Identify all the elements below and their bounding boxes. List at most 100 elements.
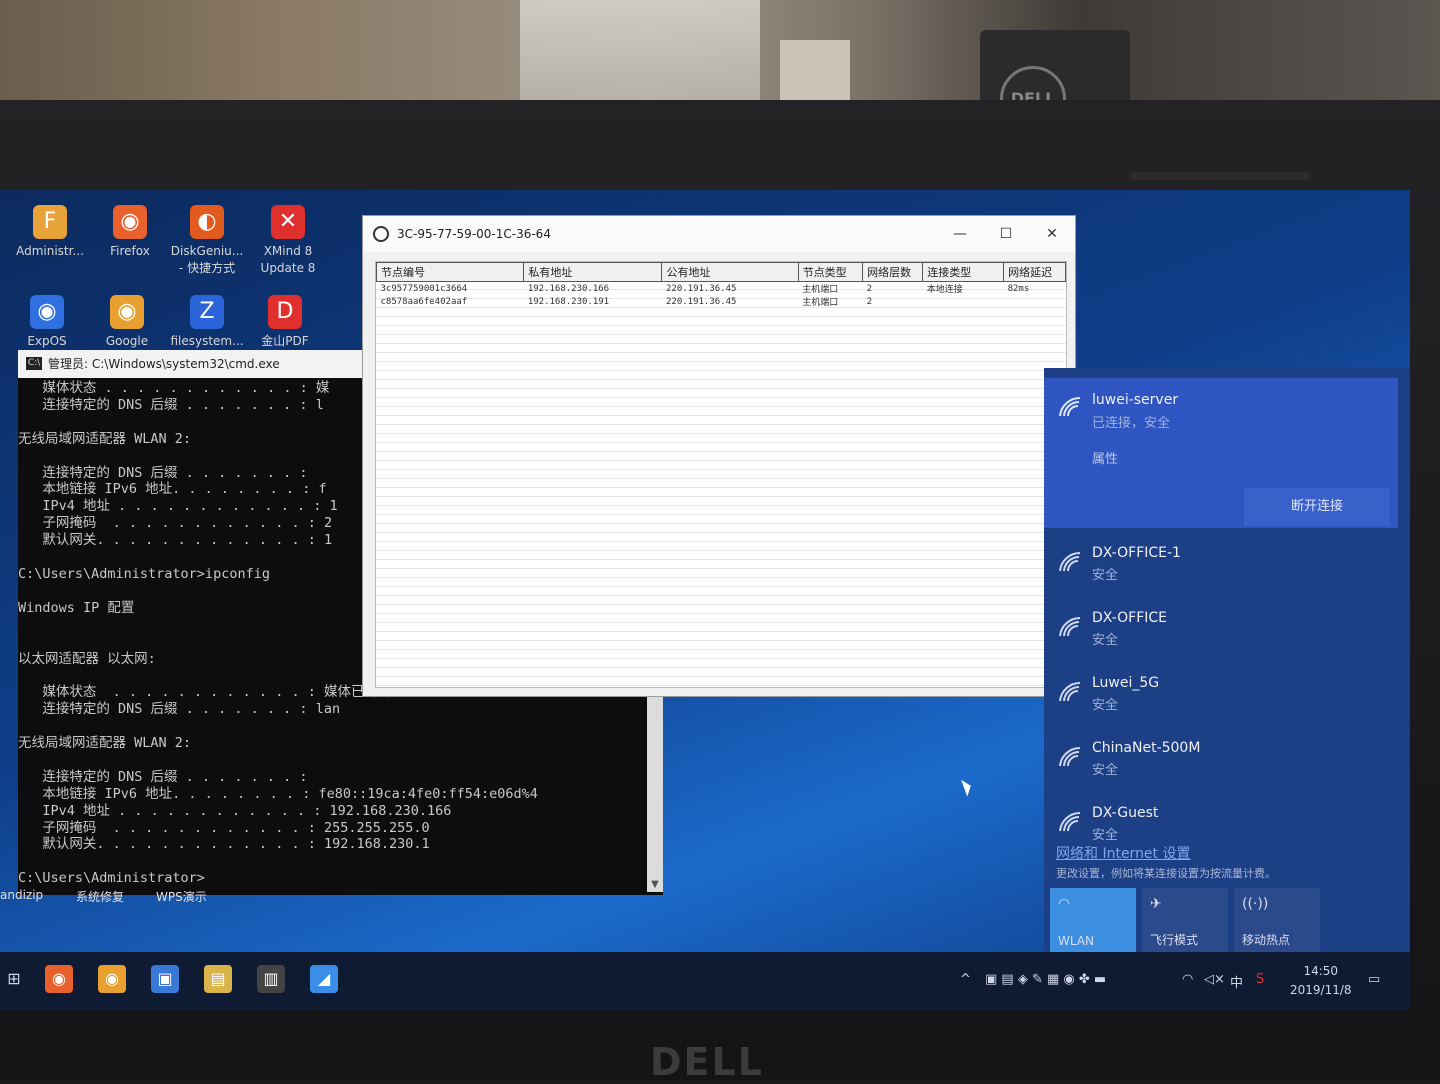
quick-action-飞行模式[interactable]: ✈ 飞行模式 xyxy=(1142,888,1228,954)
desktop-icon-5[interactable]: ◉ Google xyxy=(82,295,172,350)
quick-action-label: 移动热点 xyxy=(1242,933,1291,947)
cmd-title: 管理员: C:\Windows\system32\cmd.exe xyxy=(48,357,280,371)
desktop-icon-label: DiskGeniu... xyxy=(170,244,244,258)
table-cell: 192.168.230.191 xyxy=(527,296,610,307)
tray-volume-icon[interactable]: ◁× xyxy=(1204,972,1225,987)
desktop-icon-7[interactable]: D 金山PDF xyxy=(240,295,330,350)
tray-wifi-icon[interactable]: ◠ xyxy=(1182,972,1193,987)
window-light xyxy=(520,0,760,110)
desktop-label[interactable]: WPS演示 xyxy=(156,888,207,905)
desktop-icon-0[interactable]: F Administr... xyxy=(5,205,95,260)
column-header[interactable]: 节点类型 xyxy=(797,262,864,282)
network-status: 安全 xyxy=(1092,698,1119,713)
network-item[interactable]: DX-OFFICE-1 安全 xyxy=(1044,533,1398,597)
network-status: 安全 xyxy=(1092,763,1119,778)
properties-link[interactable]: 属性 xyxy=(1092,448,1118,467)
diskgenius-icon: ◐ xyxy=(190,205,224,239)
xmind-icon: ✕ xyxy=(271,205,305,239)
wifi-flyout: luwei-server 已连接，安全 属性 断开连接 DX-OFFICE-1 安… xyxy=(1044,368,1410,966)
connected-network[interactable]: luwei-server 已连接，安全 属性 断开连接 xyxy=(1044,378,1398,528)
expos-icon: ◉ xyxy=(30,295,64,329)
connected-status: 已连接，安全 xyxy=(1092,416,1171,431)
clock[interactable]: 14:50 2019/11/8 xyxy=(1290,962,1352,1000)
taskbar: ⊞ ◉ ◉ ▣ ▤ ▥ ◢ ^ ▣ ▤ ◈ ✎ ▦ ◉ ✤ ▬ ◠ ◁× 中 S 14:5… xyxy=(0,952,1410,1010)
table-cell: 220.191.36.45 xyxy=(665,296,737,307)
desktop-icon-3[interactable]: ✕ XMind 8 Update 8 xyxy=(243,205,333,277)
column-header[interactable]: 私有地址 xyxy=(523,262,663,282)
tray-input-language[interactable]: 中 xyxy=(1230,972,1243,991)
connected-ssid: luwei-server xyxy=(1092,392,1179,408)
taskbar-cmd-icon[interactable]: ▥ xyxy=(257,965,285,993)
desktop-icon-4[interactable]: ◉ ExpOS xyxy=(2,295,92,350)
mouse-cursor-icon xyxy=(961,777,974,797)
airplane-icon: ✈ xyxy=(1150,896,1162,912)
wifi-icon xyxy=(1059,551,1081,572)
network-status: 安全 xyxy=(1092,633,1119,648)
desktop-icon-6[interactable]: Zfilesystem... xyxy=(162,295,252,350)
network-settings-desc: 更改设置，例如将某连接设置为按流量计费。 xyxy=(1056,867,1276,880)
wifi-icon xyxy=(1059,811,1081,832)
close-button[interactable]: ✕ xyxy=(1029,216,1075,252)
quick-action-移动热点[interactable]: ((·)) 移动热点 xyxy=(1234,888,1320,954)
quick-action-label: WLAN xyxy=(1058,934,1095,948)
start-icon[interactable]: ⊞ xyxy=(0,965,28,993)
cmd-scrollbar[interactable]: ▼ xyxy=(647,670,663,892)
column-header[interactable]: 公有地址 xyxy=(661,262,799,282)
wifi-icon: ◠ xyxy=(1058,896,1071,912)
taskbar-chrome-icon[interactable]: ◉ xyxy=(98,965,126,993)
clock-date: 2019/11/8 xyxy=(1290,983,1352,997)
wifi-icon xyxy=(1059,681,1081,702)
wifi-icon xyxy=(1059,396,1081,417)
taskbar-folder-icon[interactable]: ▤ xyxy=(204,965,232,993)
column-header[interactable]: 节点编号 xyxy=(375,262,525,282)
column-header[interactable]: 连接类型 xyxy=(922,262,1005,282)
tray-icons[interactable]: ▣ ▤ ◈ ✎ ▦ ◉ ✤ ▬ xyxy=(985,972,1106,987)
desktop-icon-label-2: - 快捷方式 xyxy=(178,261,236,275)
tray-chevron-icon[interactable]: ^ xyxy=(960,972,971,987)
desktop-icon-label: Administr... xyxy=(16,244,84,258)
table-row[interactable]: c8578aa6fe402aaf 192.168.230.191 220.191.3… xyxy=(377,295,1066,309)
tray-app-icon[interactable]: S xyxy=(1256,972,1264,987)
cmd-icon: C:\ xyxy=(26,357,42,370)
maximize-button[interactable]: ☐ xyxy=(983,216,1029,252)
action-center-icon[interactable]: ▭ xyxy=(1368,972,1380,987)
network-ssid: DX-Guest xyxy=(1092,805,1159,821)
column-header[interactable]: 网络层数 xyxy=(862,262,924,282)
desktop-label[interactable]: 系统修复 xyxy=(76,888,124,905)
taskbar-signal-icon[interactable]: ◢ xyxy=(310,965,338,993)
quick-action-label: 飞行模式 xyxy=(1150,933,1199,947)
wifi-icon xyxy=(1059,616,1081,637)
table-cell xyxy=(1004,295,1066,308)
disconnect-button[interactable]: 断开连接 xyxy=(1244,488,1390,526)
desktop-icon-label: Google xyxy=(105,334,149,348)
network-item[interactable]: Luwei_5G 安全 xyxy=(1044,663,1398,727)
scroll-down-icon[interactable]: ▼ xyxy=(647,878,663,892)
table-cell: 主机端口 xyxy=(802,285,839,295)
user-folder-icon: F xyxy=(33,205,67,239)
desktop-label[interactable]: andizip xyxy=(0,888,43,902)
network-settings-link[interactable]: 网络和 Internet 设置 xyxy=(1056,843,1191,863)
network-status: 安全 xyxy=(1092,568,1119,583)
column-header[interactable]: 网络延迟 xyxy=(1003,262,1066,282)
firefox-icon: ◉ xyxy=(113,205,147,239)
table-cell: 192.168.230.166 xyxy=(527,283,610,294)
quick-action-WLAN[interactable]: ◠ WLAN xyxy=(1050,888,1136,954)
table-cell: 82ms xyxy=(1007,283,1030,294)
desktop-icon-2[interactable]: ◐ DiskGeniu... - 快捷方式 xyxy=(162,205,252,277)
network-item[interactable]: ChinaNet-500M 安全 xyxy=(1044,728,1398,792)
node-window-title: 3C-95-77-59-00-1C-36-64 xyxy=(397,227,551,241)
screen: F Administr... ◉ Firefox ◐ DiskGeniu... - 快捷方式… xyxy=(0,190,1410,1010)
node-window-titlebar[interactable]: 3C-95-77-59-00-1C-36-64 — ☐ ✕ xyxy=(363,216,1075,252)
taskbar-window-icon[interactable]: ▣ xyxy=(151,965,179,993)
table-cell: 2 xyxy=(866,283,873,294)
node-window[interactable]: 3C-95-77-59-00-1C-36-64 — ☐ ✕ 节点编号 私有地址 公有… xyxy=(362,215,1076,697)
network-ssid: DX-OFFICE-1 xyxy=(1092,545,1181,561)
table-cell: 2 xyxy=(866,296,873,307)
taskbar-firefox-icon[interactable]: ◉ xyxy=(45,965,73,993)
network-ssid: Luwei_5G xyxy=(1092,675,1160,691)
minimize-button[interactable]: — xyxy=(937,216,983,252)
laptop-brand: DELL xyxy=(650,1040,764,1084)
table-row[interactable]: 3c957759001c3664 192.168.230.166 220.191.3… xyxy=(377,282,1066,296)
node-table-area[interactable]: 节点编号 私有地址 公有地址 节点类型 网络层数 连接类型 网络延迟 3c957759001… xyxy=(375,261,1067,688)
network-item[interactable]: DX-OFFICE 安全 xyxy=(1044,598,1398,662)
